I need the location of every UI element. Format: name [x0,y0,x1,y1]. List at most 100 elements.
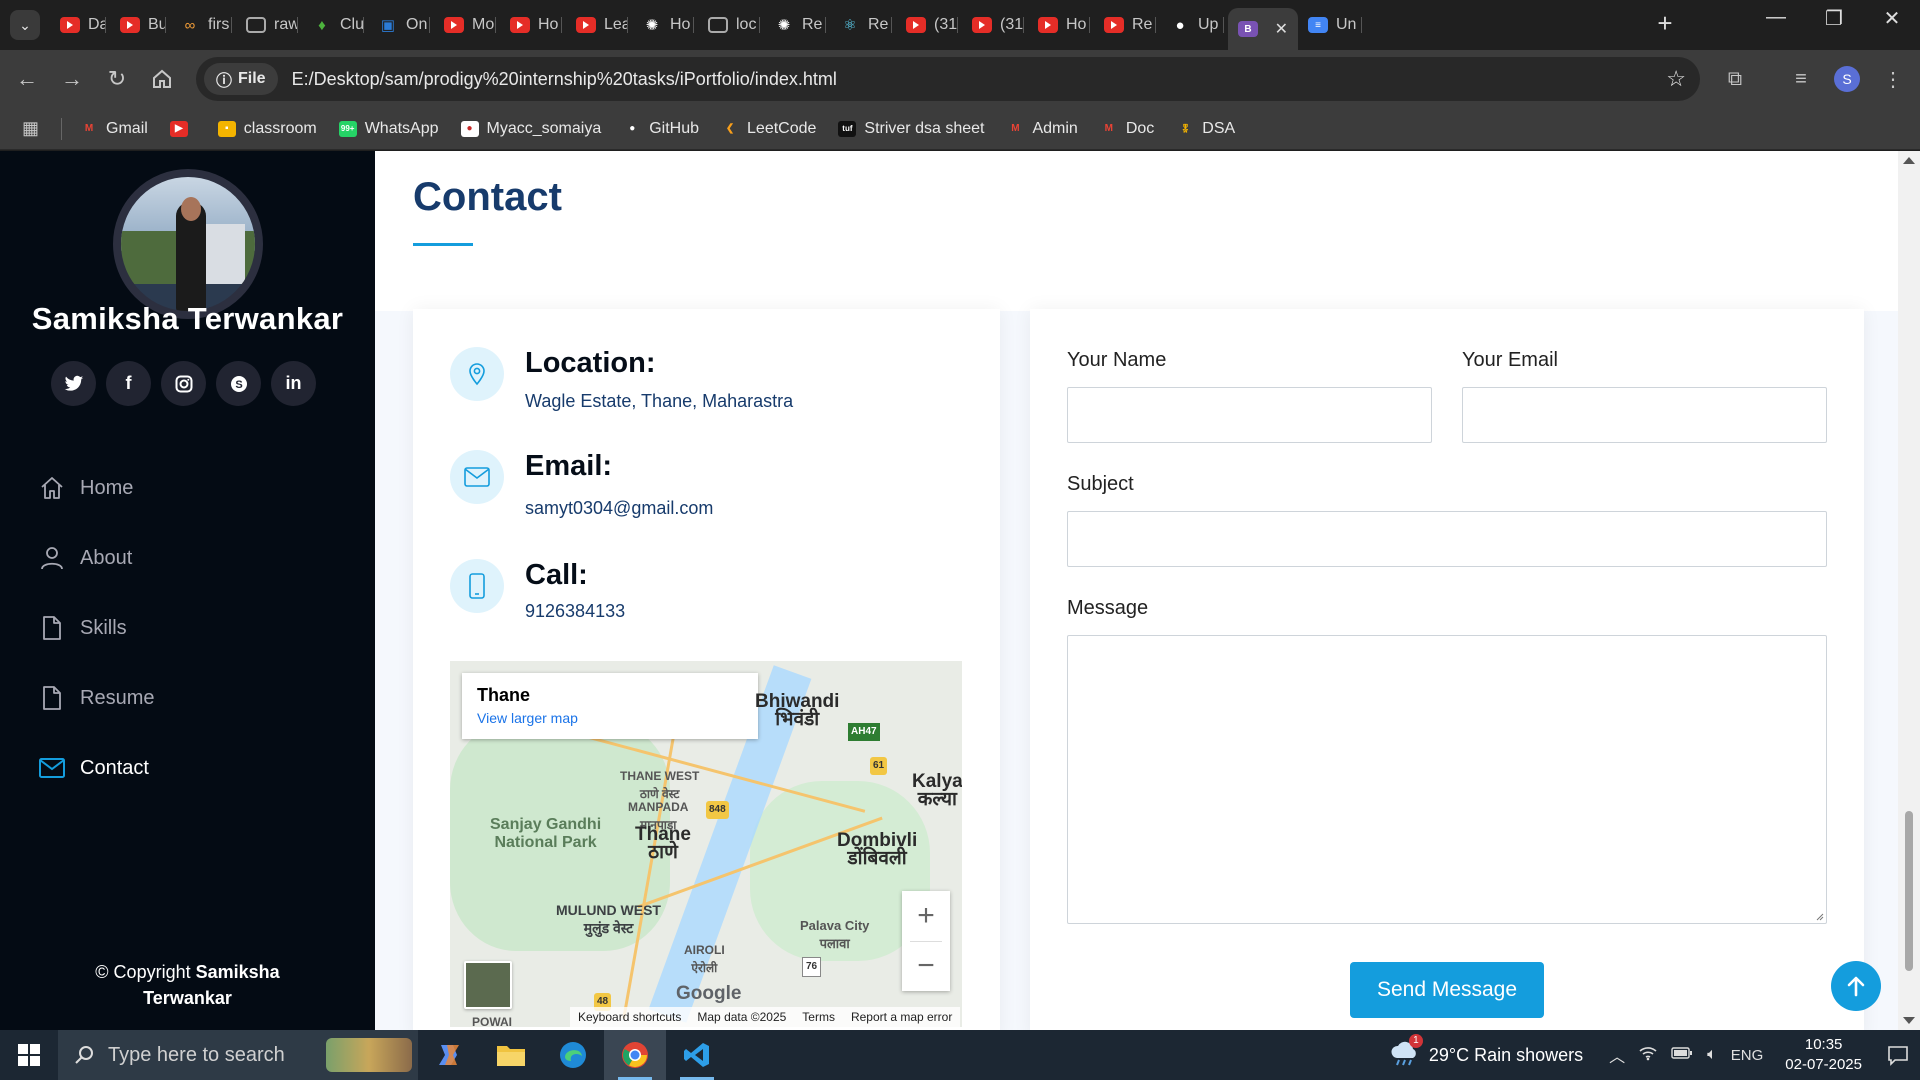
browser-tab[interactable]: Lea [566,8,628,42]
site-info-chip[interactable]: ⓘ File [204,63,278,95]
chrome-app[interactable] [604,1030,666,1080]
edge-app[interactable] [542,1030,604,1080]
new-tab-button[interactable]: + [1650,8,1680,39]
email-input[interactable] [1462,387,1827,443]
map-layer-toggle[interactable] [464,961,512,1009]
sidebar-item-resume[interactable]: Resume [38,663,154,733]
sidebar-item-home[interactable]: Home [38,453,154,523]
bookmark-youtube[interactable]: ▶ [169,120,196,137]
zoom-in-button[interactable]: + [902,891,950,941]
page-scrollbar[interactable] [1898,151,1920,1030]
taskbar-search[interactable]: Type here to search [58,1030,418,1080]
twitter-icon[interactable] [51,361,96,406]
bookmark-whatsapp[interactable]: 99+ WhatsApp [338,120,439,138]
instagram-icon[interactable] [161,361,206,406]
tab-search-button[interactable]: ⌄ [10,10,40,40]
file-explorer-app[interactable] [480,1030,542,1080]
language-indicator[interactable]: ENG [1731,1047,1764,1064]
sidebar-item-skills[interactable]: Skills [38,593,154,663]
scroll-down-arrow[interactable] [1903,1017,1915,1024]
bookmark-striver-dsa-sheet[interactable]: tuf Striver dsa sheet [838,120,984,138]
name-input[interactable] [1067,387,1432,443]
home-button[interactable] [145,62,179,96]
browser-tab[interactable]: ✺ Re [764,8,826,42]
section-title: Contact [413,175,562,219]
bookmark-doc[interactable]: M Doc [1100,120,1155,138]
call-value[interactable]: 9126384133 [525,601,625,622]
profile-name[interactable]: Samiksha Terwankar [0,301,375,337]
browser-tab[interactable]: loc [698,8,760,42]
zoom-out-button[interactable]: − [902,941,950,991]
apps-grid-icon[interactable]: ▦ [22,118,39,139]
scroll-thumb[interactable] [1905,811,1913,971]
browser-tab[interactable]: ⚛ Re [830,8,892,42]
message-textarea[interactable] [1067,635,1827,924]
close-window-button[interactable]: ✕ [1872,6,1912,31]
facebook-icon[interactable]: f [106,361,151,406]
browser-tab[interactable]: ▣ On [368,8,430,42]
minimize-button[interactable]: — [1756,6,1796,29]
url-text[interactable]: E:/Desktop/sam/prodigy%20internship%20ta… [292,69,837,90]
back-to-top-button[interactable] [1831,961,1881,1011]
browser-tab[interactable]: (31 [962,8,1024,42]
browser-tab[interactable]: BB✕ [1228,8,1298,50]
restore-button[interactable]: ❐ [1814,6,1854,31]
browser-tab[interactable]: ● Up [1160,8,1224,42]
browser-tab[interactable]: (31 [896,8,958,42]
sidebar-item-contact[interactable]: Contact [38,733,154,803]
browser-tab[interactable]: Mo [434,8,496,42]
notification-center-button[interactable] [1876,1030,1920,1080]
menu-icon[interactable]: ⋮ [1876,62,1910,96]
back-button[interactable]: ← [10,62,44,96]
linkedin-icon[interactable]: in [271,361,316,406]
resize-handle-icon[interactable] [1814,911,1824,921]
skype-icon[interactable]: S [216,361,261,406]
clock[interactable]: 10:35 02-07-2025 [1785,1035,1862,1075]
address-bar[interactable]: ⓘ File E:/Desktop/sam/prodigy%20internsh… [196,57,1700,101]
embedded-map[interactable]: Thane View larger map Bhiwandi भिवंडी Kal… [450,661,962,1027]
bookmark-admin[interactable]: M Admin [1006,120,1078,138]
browser-tab[interactable]: Dat [50,8,106,42]
subject-input[interactable] [1067,511,1827,567]
browser-tab[interactable]: ∞ firs [170,8,232,42]
view-larger-map-link[interactable]: View larger map [477,710,743,726]
volume-icon[interactable]: 🔈︎ [1707,1046,1717,1064]
browser-tab[interactable]: Bui [110,8,166,42]
keyboard-shortcuts-link[interactable]: Keyboard shortcuts [578,1010,681,1024]
bookmark-gmail[interactable]: M Gmail [80,120,148,138]
close-tab-icon[interactable]: ✕ [1275,19,1288,39]
bookmark-dsa[interactable]: 🎖︎ DSA [1176,120,1235,138]
bookmark-star-icon[interactable]: ☆ [1666,66,1686,92]
scroll-up-arrow[interactable] [1903,157,1915,164]
map-label-848: 848 [706,801,729,819]
copilot-app[interactable] [418,1030,480,1080]
profile-avatar[interactable]: S [1834,66,1860,92]
bookmark-github[interactable]: ● GitHub [623,120,699,138]
bookmark-myacc-somaiya[interactable]: ● Myacc_somaiya [460,120,601,138]
start-button[interactable] [0,1030,58,1080]
battery-icon[interactable] [1671,1046,1693,1065]
browser-tab[interactable]: Ho [1028,8,1090,42]
weather-widget[interactable]: 1 29°C Rain showers [1389,1033,1584,1071]
send-message-button[interactable]: Send Message [1350,962,1544,1018]
browser-tab[interactable]: ≡ Un [1298,8,1362,42]
forward-button[interactable]: → [55,62,89,96]
reload-button[interactable]: ↻ [100,62,134,96]
browser-tab[interactable]: ♦ Clu [302,8,364,42]
report-map-error-link[interactable]: Report a map error [851,1010,952,1024]
wifi-icon[interactable] [1639,1045,1657,1066]
sidebar-item-about[interactable]: About [38,523,154,593]
chevron-up-icon[interactable]: ︿ [1609,1043,1625,1067]
browser-tab[interactable]: Re [1094,8,1156,42]
bookmark-leetcode[interactable]: ❮ LeetCode [721,120,817,138]
terms-link[interactable]: Terms [802,1010,835,1024]
weather-text: 29°C Rain showers [1428,1044,1584,1065]
browser-tab[interactable]: Ho [500,8,562,42]
browser-tab[interactable]: ✺ Ho [632,8,694,42]
vscode-app[interactable] [666,1030,728,1080]
browser-tab[interactable]: raw [236,8,298,42]
bookmark-classroom[interactable]: ▪ classroom [217,120,317,138]
extensions-icon[interactable]: ⧉ [1718,62,1752,96]
media-control-icon[interactable]: ≡ [1784,62,1818,96]
email-value[interactable]: samyt0304@gmail.com [525,498,713,519]
